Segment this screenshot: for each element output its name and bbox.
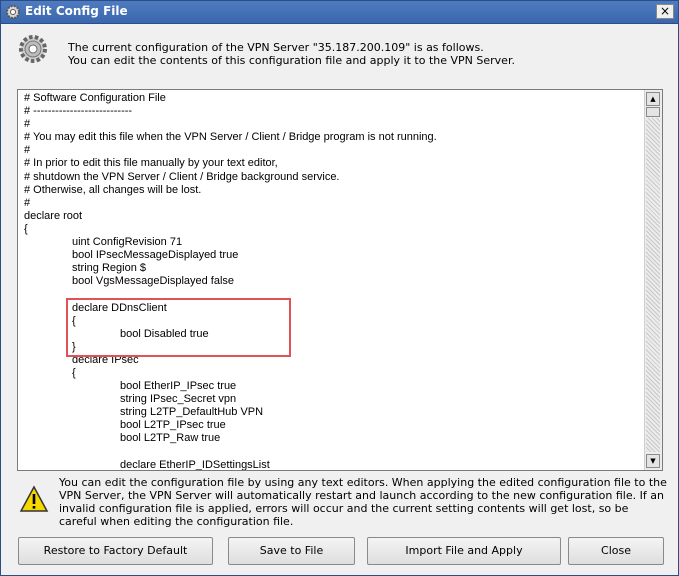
config-text-editor[interactable]: # Software Configuration File # ---------… bbox=[17, 89, 663, 471]
gear-icon bbox=[19, 35, 47, 63]
scroll-track[interactable] bbox=[646, 118, 660, 452]
config-line[interactable]: bool VgsMessageDisplayed false bbox=[24, 275, 640, 288]
config-line[interactable]: bool IPsecMessageDisplayed true bbox=[24, 249, 640, 262]
config-line[interactable]: # bbox=[24, 144, 640, 157]
config-line[interactable]: { bbox=[24, 223, 640, 236]
config-line[interactable]: string L2TP_DefaultHub VPN bbox=[24, 406, 640, 419]
config-line[interactable]: # Otherwise, all changes will be lost. bbox=[24, 184, 640, 197]
config-line[interactable]: bool L2TP_IPsec true bbox=[24, 419, 640, 432]
import-file-and-apply-button[interactable]: Import File and Apply bbox=[367, 537, 561, 565]
config-line[interactable]: # Software Configuration File bbox=[24, 92, 640, 105]
config-line[interactable]: string IPsec_Secret vpn bbox=[24, 393, 640, 406]
config-line[interactable] bbox=[24, 446, 640, 459]
scroll-down-arrow-icon[interactable]: ▼ bbox=[646, 454, 660, 468]
vertical-scrollbar[interactable]: ▲ ▼ bbox=[644, 90, 662, 470]
config-line[interactable]: bool L2TP_Raw true bbox=[24, 432, 640, 445]
close-window-button[interactable]: × bbox=[656, 4, 674, 19]
restore-factory-default-button[interactable]: Restore to Factory Default bbox=[18, 537, 213, 565]
warning-icon bbox=[19, 485, 49, 512]
scroll-thumb[interactable] bbox=[646, 107, 660, 117]
header-line-1: The current configuration of the VPN Ser… bbox=[68, 41, 484, 54]
config-line[interactable]: uint ConfigRevision 71 bbox=[24, 236, 640, 249]
scroll-up-arrow-icon[interactable]: ▲ bbox=[646, 92, 660, 106]
config-line[interactable]: # --------------------------- bbox=[24, 105, 640, 118]
title-bar[interactable]: Edit Config File × bbox=[1, 1, 678, 24]
config-line[interactable]: declare EtherIP_IDSettingsList bbox=[24, 459, 640, 470]
config-line[interactable]: # You may edit this file when the VPN Se… bbox=[24, 131, 640, 144]
window-title: Edit Config File bbox=[25, 4, 128, 18]
config-line[interactable]: # bbox=[24, 118, 640, 131]
config-line[interactable]: { bbox=[24, 367, 640, 380]
header-line-2: You can edit the contents of this config… bbox=[68, 54, 515, 67]
config-line[interactable]: declare root bbox=[24, 210, 640, 223]
gear-icon bbox=[6, 5, 20, 19]
ddns-highlight-box bbox=[66, 298, 291, 357]
save-to-file-button[interactable]: Save to File bbox=[228, 537, 355, 565]
config-line[interactable]: bool EtherIP_IPsec true bbox=[24, 380, 640, 393]
config-line[interactable]: # bbox=[24, 197, 640, 210]
config-line[interactable]: # In prior to edit this file manually by… bbox=[24, 157, 640, 170]
config-line[interactable]: # shutdown the VPN Server / Client / Bri… bbox=[24, 171, 640, 184]
warning-text: You can edit the configuration file by u… bbox=[59, 476, 667, 528]
config-line[interactable]: string Region $ bbox=[24, 262, 640, 275]
edit-config-window: Edit Config File × The current configura… bbox=[0, 0, 679, 576]
config-text-content[interactable]: # Software Configuration File # ---------… bbox=[24, 92, 640, 470]
close-button[interactable]: Close bbox=[568, 537, 664, 565]
header-description: The current configuration of the VPN Ser… bbox=[68, 41, 515, 67]
